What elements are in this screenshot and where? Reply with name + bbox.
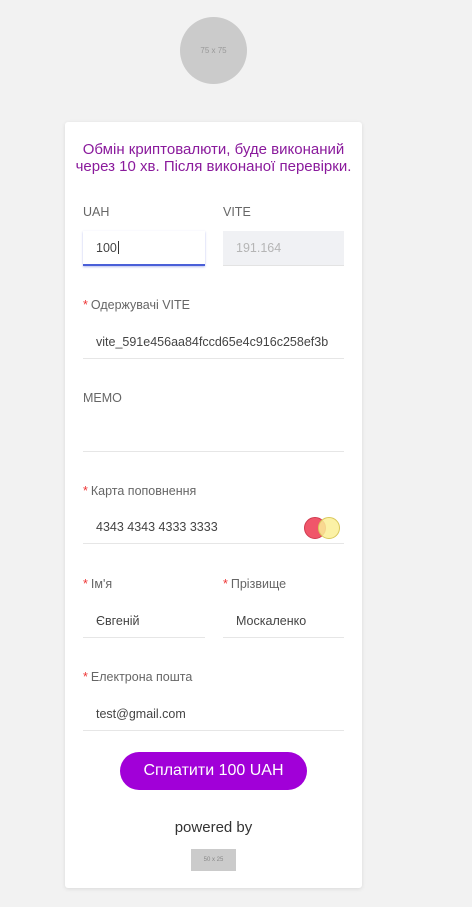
recipient-address-input[interactable]: vite_591e456aa84fccd65e4c916c258ef3b [83, 325, 344, 359]
mastercard-icon [304, 517, 340, 539]
last-name-value: Москаленко [236, 613, 307, 628]
required-mark: * [83, 298, 88, 312]
recipient-label: * Одержувачі VITE [83, 298, 190, 312]
last-name-label-text: Прізвище [230, 577, 287, 591]
merchant-logo: 75 x 75 [180, 17, 247, 84]
memo-input[interactable] [83, 418, 344, 452]
email-label-text: Електрона пошта [90, 670, 193, 684]
first-name-value: Євгеній [96, 613, 140, 628]
required-mark: * [83, 484, 88, 498]
card-number-value: 4343 4343 4333 3333 [96, 519, 218, 534]
recipient-label-text: Одержувачі VITE [90, 298, 190, 312]
memo-label: MEMO [83, 391, 122, 405]
mastercard-circle-yellow [318, 517, 340, 539]
pay-button[interactable]: Сплатити 100 UAH [120, 752, 307, 790]
card-label: * Карта поповнення [83, 484, 196, 498]
card-label-text: Карта поповнення [90, 484, 197, 498]
required-mark: * [223, 577, 228, 591]
amount-input[interactable]: 100 [83, 231, 205, 266]
email-value: test@gmail.com [96, 706, 186, 721]
email-input[interactable]: test@gmail.com [83, 697, 344, 731]
email-label: * Електрона пошта [83, 670, 192, 684]
first-name-input[interactable]: Євгеній [83, 604, 205, 638]
required-mark: * [83, 670, 88, 684]
powered-by-text: powered by [174, 819, 253, 836]
recipient-address-value: vite_591e456aa84fccd65e4c916c258ef3b [96, 334, 329, 349]
text-caret [117, 241, 119, 254]
required-mark: * [83, 577, 88, 591]
card-number-input[interactable]: 4343 4343 4333 3333 [83, 510, 344, 544]
converted-amount-field: 191.164 [223, 231, 344, 266]
from-currency-label: UAH [83, 205, 110, 219]
last-name-input[interactable]: Москаленко [223, 604, 344, 638]
to-currency-label: VITE [223, 205, 251, 219]
form-title: Обмін криптовалюти, буде виконаний через… [75, 141, 352, 175]
converted-amount-value: 191.164 [236, 241, 282, 255]
last-name-label: * Прізвище [223, 577, 286, 591]
first-name-label-text: Ім'я [90, 577, 113, 591]
payment-form: Обмін криптовалюти, буде виконаний через… [65, 122, 362, 888]
amount-value: 100 [96, 240, 117, 255]
logo-placeholder-text: 75 x 75 [200, 46, 227, 55]
provider-logo: 50 x 25 [191, 849, 236, 871]
first-name-label: * Ім'я [83, 577, 112, 591]
provider-logo-placeholder: 50 x 25 [203, 857, 224, 863]
